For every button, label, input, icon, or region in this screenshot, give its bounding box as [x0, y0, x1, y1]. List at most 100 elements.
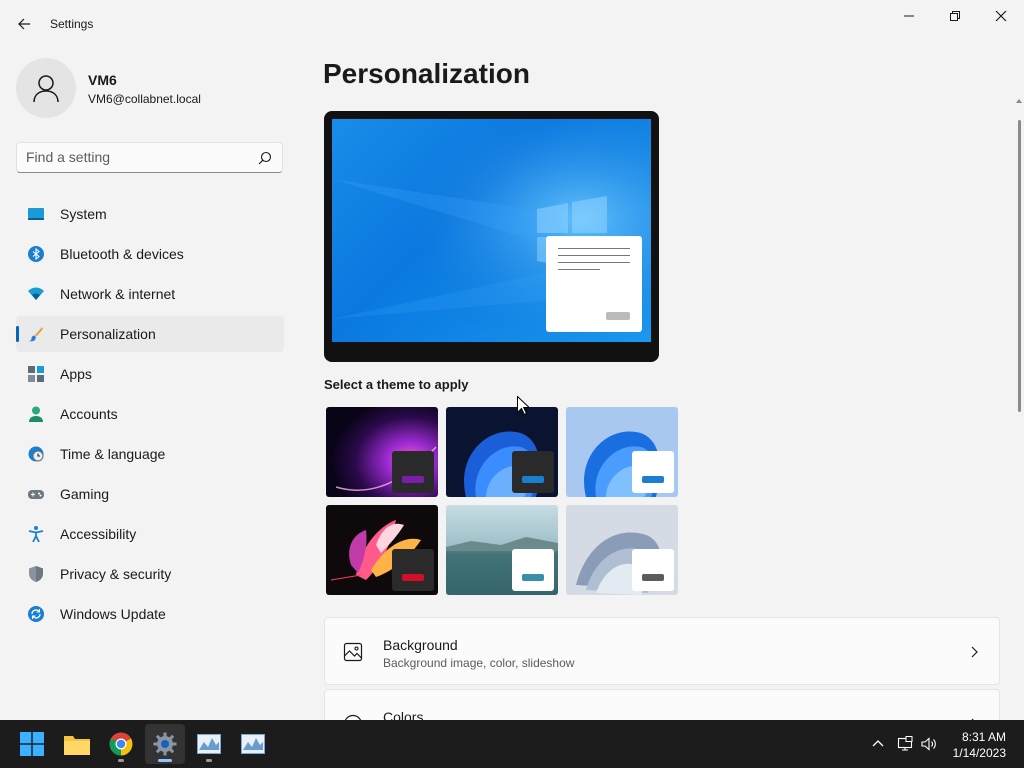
brush-icon: [29, 327, 43, 342]
sidebar-item-label: Apps: [60, 366, 92, 382]
desktop-preview: [332, 119, 651, 342]
folder-icon: [64, 736, 90, 755]
sidebar-item-label: Accessibility: [60, 526, 137, 542]
profile-name: VM6: [88, 72, 117, 88]
taskbar: 8:31 AM 1/14/2023: [0, 720, 1024, 768]
shield-icon: [29, 566, 43, 582]
sidebar-item-label: Windows Update: [60, 606, 166, 622]
settings-taskbar-button[interactable]: [145, 724, 185, 764]
accounts-icon: [29, 406, 43, 422]
card-subtitle: Background image, color, slideshow: [383, 656, 575, 670]
search-box[interactable]: [16, 142, 283, 173]
accent-color-sample: [522, 574, 544, 581]
running-indicator: [206, 759, 212, 762]
chart-window-icon: [197, 734, 221, 754]
app-window-button-2[interactable]: [233, 724, 273, 764]
update-icon: [28, 606, 44, 622]
sidebar-item-label: Personalization: [60, 326, 156, 342]
preview-text-line: [558, 269, 600, 270]
preview-text-line: [558, 262, 630, 263]
scrollbar-thumb[interactable]: [1018, 120, 1021, 412]
theme-tile-bloom-dark[interactable]: [446, 407, 558, 497]
accent-color-sample: [642, 574, 664, 581]
system-icon: [28, 208, 44, 220]
gear-icon: [153, 732, 177, 756]
running-indicator: [118, 759, 124, 762]
restore-icon: [950, 11, 960, 21]
sidebar-item-gaming[interactable]: Gaming: [16, 476, 284, 512]
theme-preview: [324, 111, 659, 362]
theme-grid: [326, 407, 681, 597]
restore-button[interactable]: [932, 0, 978, 32]
chevron-right-icon: [971, 646, 978, 658]
sidebar-item-accessibility[interactable]: Accessibility: [16, 516, 284, 552]
sidebar-item-label: Network & internet: [60, 286, 176, 302]
file-explorer-button[interactable]: [57, 724, 97, 764]
windows-logo-icon: [20, 732, 44, 756]
sidebar-item-label: Gaming: [60, 486, 110, 502]
user-icon: [33, 75, 59, 103]
accessibility-icon: [28, 526, 44, 542]
themes-section-label: Select a theme to apply: [324, 377, 469, 392]
scroll-up-icon[interactable]: [1016, 98, 1022, 104]
clock-time: 8:31 AM: [961, 730, 1006, 744]
accent-color-sample: [402, 574, 424, 581]
start-button[interactable]: [12, 724, 52, 764]
sidebar-item-privacy[interactable]: Privacy & security: [16, 556, 284, 592]
active-indicator: [158, 759, 172, 762]
theme-tile-captured-motion[interactable]: [326, 505, 438, 595]
app-title: Settings: [50, 17, 94, 31]
minimize-icon: [904, 15, 914, 17]
close-button[interactable]: [978, 0, 1024, 32]
sidebar-item-label: System: [60, 206, 107, 222]
sidebar-item-label: Accounts: [60, 406, 118, 422]
sidebar-item-label: Privacy & security: [60, 566, 172, 582]
chrome-button[interactable]: [101, 724, 141, 764]
theme-swatch: [512, 549, 554, 591]
theme-tile-bloom-light[interactable]: [566, 407, 678, 497]
system-clock[interactable]: 8:31 AM 1/14/2023: [953, 729, 1006, 761]
sidebar-nav: System Bluetooth & devices Network & int…: [16, 196, 284, 636]
preview-button: [606, 312, 630, 320]
theme-swatch: [512, 451, 554, 493]
minimize-button[interactable]: [886, 0, 932, 32]
gamepad-icon: [28, 490, 44, 499]
theme-swatch: [632, 549, 674, 591]
profile-email: VM6@collabnet.local: [88, 92, 201, 106]
search-icon[interactable]: [258, 151, 272, 165]
sidebar-item-system[interactable]: System: [16, 196, 284, 232]
preview-text-line: [558, 248, 630, 249]
theme-swatch: [632, 451, 674, 493]
clock-date: 1/14/2023: [952, 746, 1006, 760]
preview-text-line: [558, 255, 630, 256]
theme-tile-flow[interactable]: [566, 505, 678, 595]
sidebar-item-apps[interactable]: Apps: [16, 356, 284, 392]
app-window-button-1[interactable]: [189, 724, 229, 764]
sidebar-item-network[interactable]: Network & internet: [16, 276, 284, 312]
chevron-up-icon[interactable]: [870, 736, 886, 752]
wifi-icon: [28, 287, 44, 300]
sidebar-item-windows-update[interactable]: Windows Update: [16, 596, 284, 632]
accent-color-sample: [522, 476, 544, 483]
theme-tile-glow[interactable]: [326, 407, 438, 497]
close-icon: [995, 10, 1007, 22]
user-profile[interactable]: VM6 VM6@collabnet.local: [16, 58, 286, 118]
sidebar-item-accounts[interactable]: Accounts: [16, 396, 284, 432]
back-button[interactable]: [10, 10, 38, 38]
volume-icon[interactable]: [921, 736, 937, 752]
page-title: Personalization: [323, 58, 530, 89]
accent-color-sample: [642, 476, 664, 483]
mouse-pointer-icon: [517, 396, 529, 415]
sidebar-item-personalization[interactable]: Personalization: [16, 316, 284, 352]
image-icon: [343, 642, 363, 662]
sidebar-item-time-language[interactable]: Time & language: [16, 436, 284, 472]
background-card[interactable]: Background Background image, color, slid…: [324, 617, 1000, 685]
globe-clock-icon: [28, 446, 44, 462]
sidebar-item-bluetooth[interactable]: Bluetooth & devices: [16, 236, 284, 272]
back-arrow-icon: [18, 18, 30, 30]
network-icon[interactable]: [897, 736, 913, 752]
chart-window-icon: [241, 734, 265, 754]
theme-tile-sunrise-lake[interactable]: [446, 505, 558, 595]
chrome-icon: [109, 732, 133, 756]
search-input[interactable]: [26, 149, 251, 165]
